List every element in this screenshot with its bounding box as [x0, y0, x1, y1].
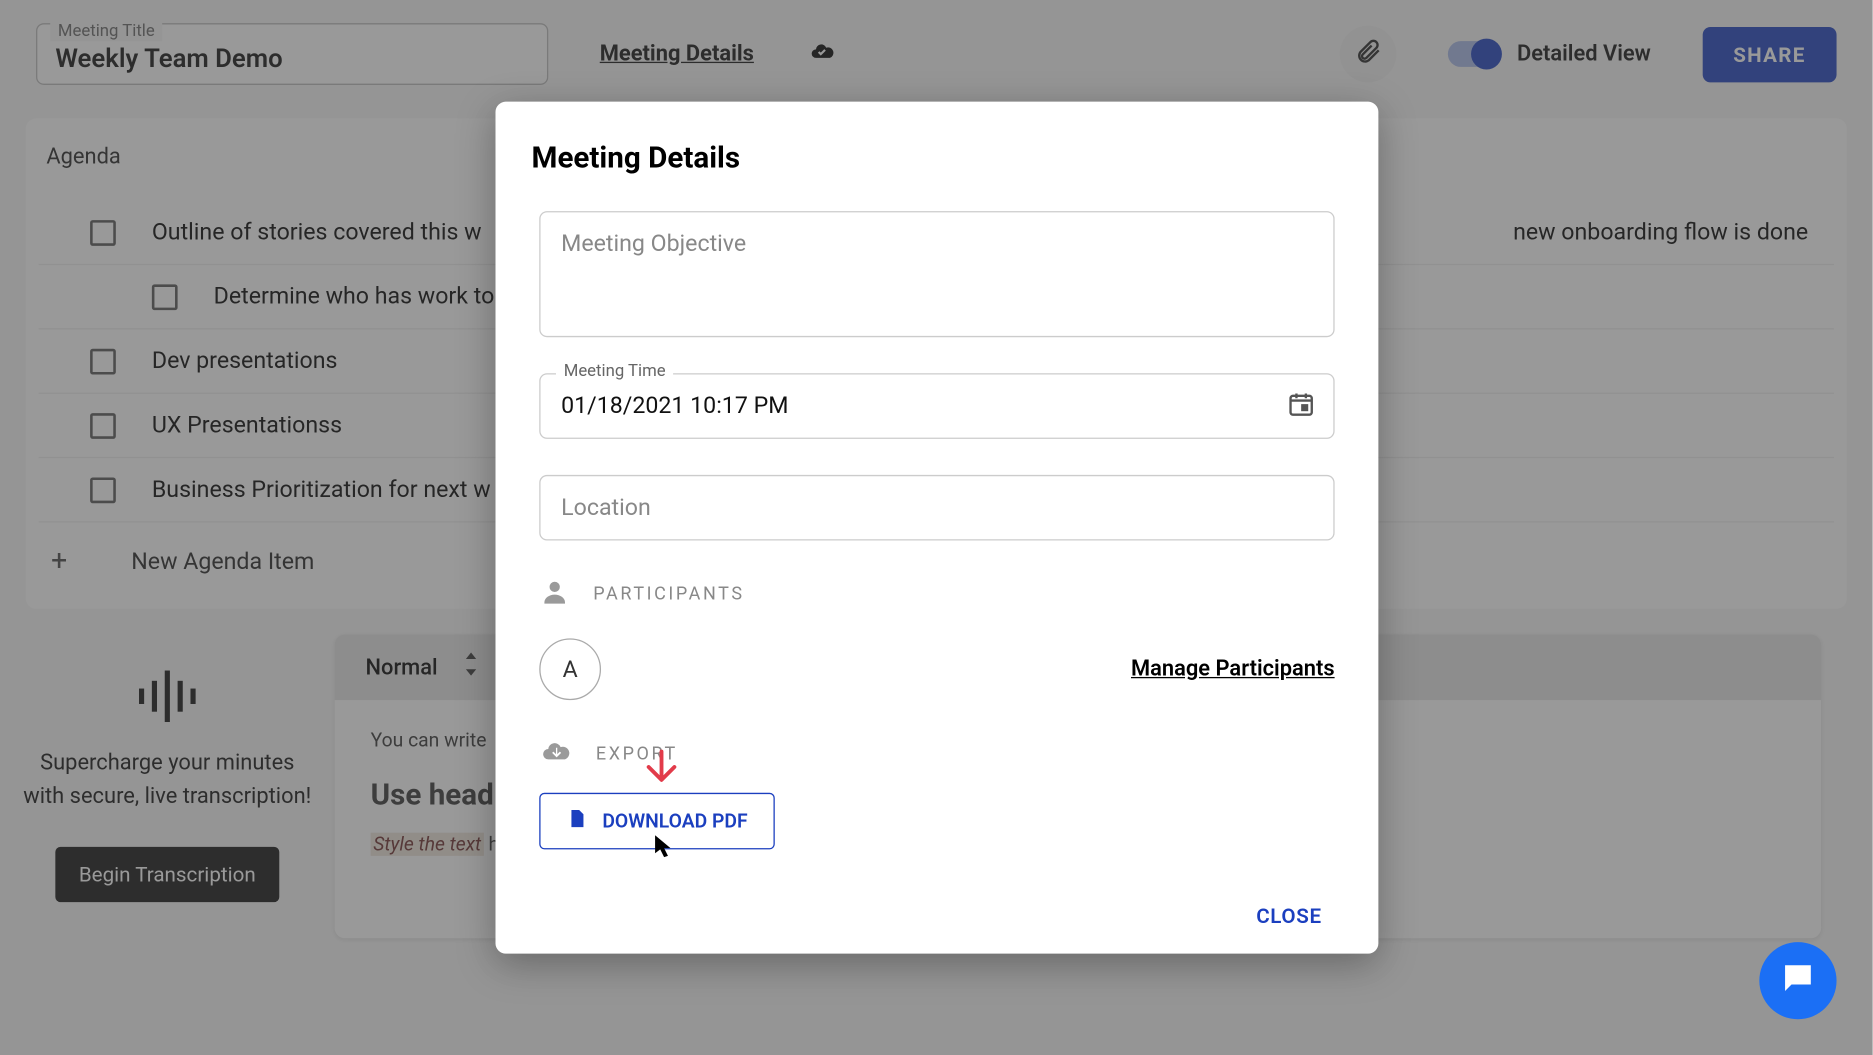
- cloud-download-icon: [539, 736, 572, 772]
- manage-participants-link[interactable]: Manage Participants: [1131, 656, 1335, 682]
- close-button[interactable]: CLOSE: [1256, 903, 1322, 927]
- document-icon: [566, 807, 587, 835]
- location-field[interactable]: Location: [539, 475, 1334, 541]
- participants-label: PARTICIPANTS: [593, 584, 744, 605]
- meeting-objective-placeholder: Meeting Objective: [561, 230, 746, 257]
- participants-section-header: PARTICIPANTS: [539, 577, 1334, 634]
- meeting-time-field[interactable]: Meeting Time 01/18/2021 10:17 PM: [539, 373, 1334, 439]
- modal-title: Meeting Details: [532, 140, 1356, 175]
- meeting-time-legend: Meeting Time: [556, 362, 673, 381]
- participant-avatar[interactable]: A: [539, 638, 601, 700]
- meeting-details-modal: Meeting Details Meeting Objective Meetin…: [495, 102, 1378, 954]
- export-section-header: EXPORT: [539, 736, 1334, 793]
- chat-fab[interactable]: [1759, 942, 1836, 1019]
- chat-icon: [1779, 959, 1818, 1003]
- download-pdf-label: DOWNLOAD PDF: [602, 810, 747, 833]
- meeting-time-value: 01/18/2021 10:17 PM: [561, 393, 788, 420]
- location-placeholder: Location: [561, 494, 651, 521]
- download-pdf-button[interactable]: DOWNLOAD PDF: [539, 793, 774, 850]
- export-label: EXPORT: [596, 744, 678, 765]
- meeting-objective-field[interactable]: Meeting Objective: [539, 211, 1334, 337]
- calendar-icon[interactable]: [1287, 389, 1315, 422]
- person-icon: [539, 577, 570, 613]
